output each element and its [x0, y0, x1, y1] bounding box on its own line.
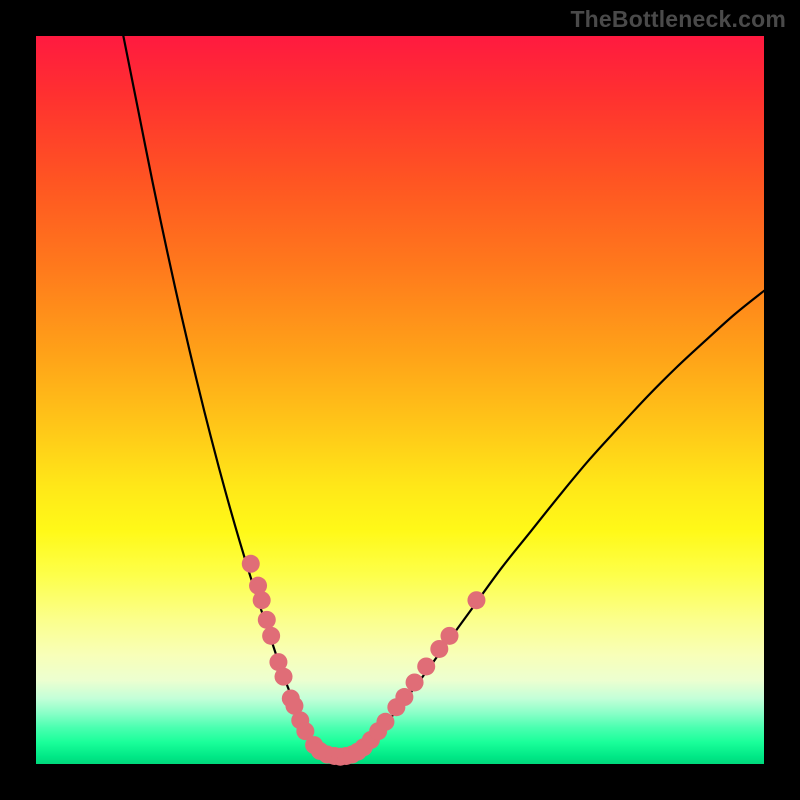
data-marker	[467, 591, 485, 609]
data-marker	[406, 673, 424, 691]
watermark-text: TheBottleneck.com	[570, 6, 786, 33]
data-marker	[376, 713, 394, 731]
chart-svg	[36, 36, 764, 764]
plot-area	[36, 36, 764, 764]
chart-frame: TheBottleneck.com	[0, 0, 800, 800]
data-markers	[242, 555, 486, 766]
data-marker	[242, 555, 260, 573]
data-marker	[258, 611, 276, 629]
data-marker	[262, 627, 280, 645]
data-marker	[417, 657, 435, 675]
data-marker	[441, 627, 459, 645]
data-marker	[253, 591, 271, 609]
data-marker	[275, 668, 293, 686]
data-marker	[395, 688, 413, 706]
